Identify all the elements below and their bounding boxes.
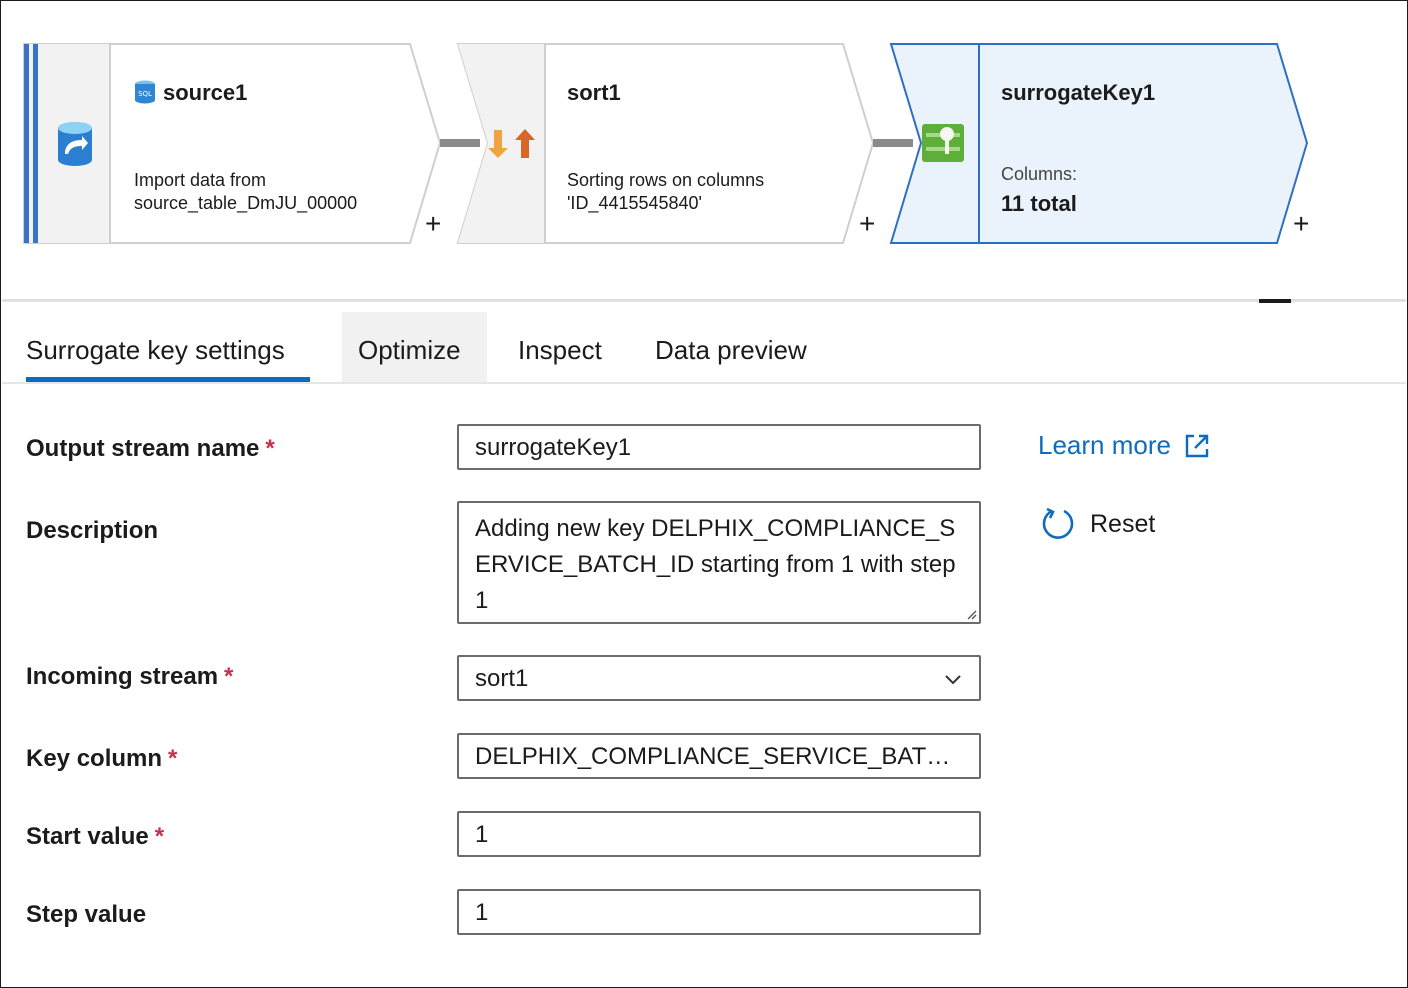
reset-button[interactable]: Reset bbox=[1040, 506, 1155, 542]
panel-resize-handle[interactable] bbox=[1259, 299, 1291, 303]
required-marker: * bbox=[168, 745, 178, 772]
output-stream-name-input[interactable]: surrogateKey1 bbox=[457, 424, 981, 470]
description-textarea[interactable]: Adding new key DELPHIX_COMPLIANCE_SERVIC… bbox=[457, 501, 981, 624]
surrogate-key-icon bbox=[922, 124, 964, 162]
node-description-line: Import data from bbox=[134, 170, 267, 190]
sql-database-icon: SQL bbox=[135, 80, 155, 104]
connector-line bbox=[440, 139, 480, 147]
node-description: Sorting rows on columns 'ID_4415545840' bbox=[567, 169, 764, 215]
node-title: sort1 bbox=[567, 80, 621, 105]
required-marker: * bbox=[224, 663, 234, 690]
label-text: Key column bbox=[26, 745, 163, 772]
connector-line bbox=[873, 139, 913, 147]
external-link-icon bbox=[1185, 434, 1209, 457]
description-label: Description bbox=[26, 517, 159, 544]
add-transform-button[interactable]: + bbox=[425, 210, 441, 238]
start-value-input[interactable]: 1 bbox=[457, 811, 981, 857]
settings-tabs: Surrogate key settings Optimize Inspect … bbox=[0, 312, 1408, 384]
incoming-stream-select[interactable]: sort1 bbox=[457, 655, 981, 701]
tab-inspect[interactable]: Inspect bbox=[502, 312, 618, 382]
node-description: Import data from source_table_DmJU_00000 bbox=[134, 169, 357, 215]
step-value-label: Step value bbox=[26, 901, 147, 928]
resize-grip-icon[interactable] bbox=[965, 608, 977, 620]
label-text: Start value bbox=[26, 823, 149, 850]
reset-icon bbox=[1042, 507, 1074, 539]
label-text: Incoming stream bbox=[26, 663, 219, 690]
svg-text:SQL: SQL bbox=[138, 90, 152, 98]
database-icon bbox=[58, 122, 92, 166]
key-column-label: Key column * bbox=[26, 745, 177, 773]
active-tab-indicator bbox=[26, 377, 310, 382]
pipeline-graph: SQL bbox=[23, 43, 1309, 244]
tab-surrogate-key-settings[interactable]: Surrogate key settings bbox=[10, 312, 301, 382]
node-title: surrogateKey1 bbox=[1001, 80, 1156, 105]
tabs-separator bbox=[2, 382, 1406, 384]
reset-text: Reset bbox=[1090, 509, 1156, 538]
node-columns-count: 11 total bbox=[1001, 191, 1077, 216]
required-marker: * bbox=[154, 823, 165, 850]
output-stream-name-label: Output stream name * bbox=[26, 435, 275, 463]
node-columns-label: Columns: bbox=[1001, 164, 1078, 184]
chevron-down-icon bbox=[945, 675, 961, 685]
key-column-input[interactable]: DELPHIX_COMPLIANCE_SERVICE_BATCH_ID bbox=[457, 733, 981, 779]
add-transform-button[interactable]: + bbox=[1293, 210, 1309, 238]
tab-data-preview[interactable]: Data preview bbox=[639, 312, 823, 382]
dataflow-canvas: SQL source1 Import data from source_tabl… bbox=[0, 0, 1408, 300]
node-title: source1 bbox=[163, 80, 248, 105]
add-transform-button[interactable]: + bbox=[859, 210, 875, 238]
tab-optimize[interactable]: Optimize bbox=[342, 312, 487, 382]
incoming-stream-value: sort1 bbox=[475, 665, 529, 692]
learn-more-text: Learn more bbox=[1038, 430, 1171, 460]
node-description-line: Sorting rows on columns bbox=[567, 170, 765, 190]
incoming-stream-label: Incoming stream * bbox=[26, 663, 233, 691]
step-value-input[interactable]: 1 bbox=[457, 889, 981, 935]
node-description-line: source_table_DmJU_00000 bbox=[134, 193, 358, 213]
required-marker: * bbox=[265, 435, 275, 462]
panel-divider bbox=[2, 299, 1406, 302]
start-value-label: Start value * bbox=[26, 823, 164, 851]
node-description-line: 'ID_4415545840' bbox=[567, 193, 702, 213]
description-text: Adding new key DELPHIX_COMPLIANCE_SERVIC… bbox=[475, 515, 956, 614]
label-text: Output stream name bbox=[26, 435, 260, 462]
learn-more-link[interactable]: Learn more bbox=[1038, 430, 1211, 461]
